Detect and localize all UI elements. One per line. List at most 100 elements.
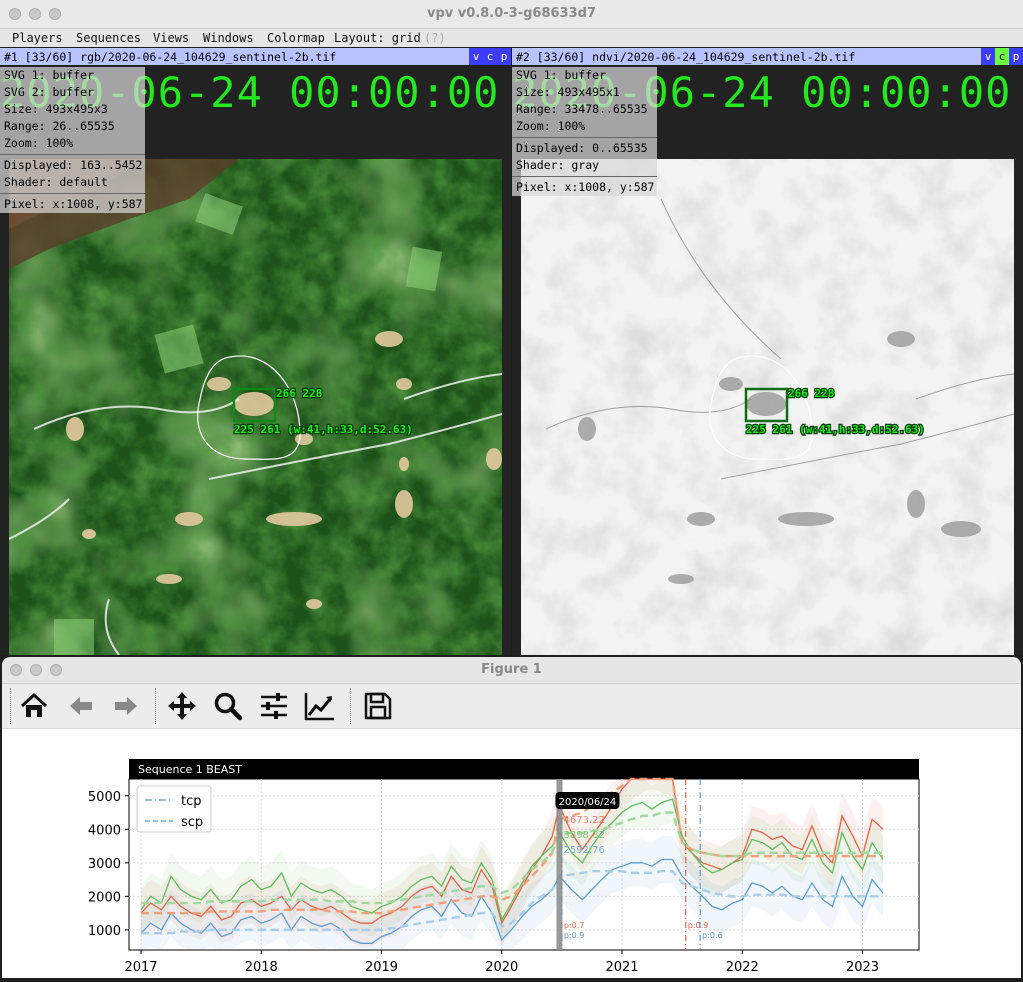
menu-windows[interactable]: Windows <box>203 31 254 45</box>
player2-roi-overlay: 266 228 225 261 (w:41,h:33,d:52.63) <box>709 355 926 460</box>
changepoint-label: p:0.9 <box>564 931 585 940</box>
home-icon <box>20 692 48 717</box>
figure-canvas: Sequence 1 BEAST p:0.7 p:0.9 p:0.9 p:0.6 10… <box>2 729 1021 978</box>
player2-info-panel: SVG 1: buffer Size: 493x495x1 Range: 334… <box>512 67 657 196</box>
pan-button[interactable] <box>166 690 198 722</box>
zoom-icon <box>214 692 243 721</box>
player1-info-panel: SVG 1: buffer SVG 2: buffer Size: 493x49… <box>0 67 145 213</box>
player2-title: #2 [33/60] ndvi/2020-06-24_104629_sentin… <box>516 50 856 64</box>
forward-arrow-icon <box>115 697 137 715</box>
player1-view[interactable]: 266 228 225 261 (w:41,h:33,d:52.63) 2020… <box>0 66 511 655</box>
chart-title: Sequence 1 BEAST <box>138 763 242 776</box>
player1-header[interactable]: #1 [33/60] rgb/2020-06-24_104629_sentine… <box>0 48 511 65</box>
menu-players[interactable]: Players <box>12 31 63 45</box>
home-button[interactable] <box>18 690 50 722</box>
player2-c-toggle[interactable]: c <box>995 48 1009 65</box>
info-divider <box>512 137 657 138</box>
back-arrow-icon <box>70 697 92 715</box>
player2-header[interactable]: #2 [33/60] ndvi/2020-06-24_104629_sentin… <box>512 48 1023 65</box>
menu-sequences[interactable]: Sequences <box>76 31 141 45</box>
roi-size-label: 225 261 (w:41,h:33,d:52.63) <box>746 423 925 436</box>
info-svg2: SVG 2: buffer <box>4 85 95 99</box>
info-divider <box>512 176 657 177</box>
toolbar-separator <box>350 688 351 724</box>
player1-p-toggle[interactable]: p <box>497 48 511 65</box>
menu-colormap[interactable]: Colormap <box>267 31 325 45</box>
roi-corner-label: 266 228 <box>276 387 322 400</box>
info-zoom: Zoom: 100% <box>4 136 74 150</box>
roi-size-label: 225 261 (w:41,h:33,d:52.63) <box>234 423 413 436</box>
subplots-icon <box>261 693 287 719</box>
toolbar-separator <box>10 688 11 724</box>
save-button[interactable] <box>362 690 394 722</box>
roi-contour <box>709 355 813 460</box>
x-tick-label: 2021 <box>605 960 638 975</box>
vpv-titlebar: vpv v0.8.0-3-g68633d7 <box>0 0 1023 29</box>
y-tick-label: 5000 <box>88 790 121 805</box>
subplots-button[interactable] <box>258 690 290 722</box>
beast-chart[interactable]: Sequence 1 BEAST p:0.7p:0.9p:0.9p:0.6 10… <box>2 729 1021 978</box>
info-zoom: Zoom: 100% <box>516 119 586 133</box>
info-range: Range: 26..65535 <box>4 119 115 133</box>
info-displayed: Displayed: 163..5452 <box>4 158 143 172</box>
info-divider <box>0 154 145 155</box>
back-button[interactable] <box>65 690 97 722</box>
figure-toolbar <box>2 684 1021 729</box>
changepoint-label: p:0.7 <box>564 921 585 930</box>
player2-p-toggle[interactable]: p <box>1009 48 1023 65</box>
x-tick-label: 2018 <box>245 960 278 975</box>
cursor-date-label: 2020/06/24 <box>559 797 617 808</box>
info-pixel: Pixel: x:1008, y:587 <box>516 180 655 194</box>
changepoint-label: p:0.6 <box>702 931 723 940</box>
axes-button[interactable] <box>304 690 336 722</box>
legend-label: tcp <box>181 794 202 809</box>
player1-roi-overlay: 266 228 225 261 (w:41,h:33,d:52.63) <box>197 355 414 460</box>
roi-corner-label: 266 228 <box>788 387 834 400</box>
x-tick-label: 2017 <box>124 960 157 975</box>
menu-bar: Players Sequences Views Windows Colormap… <box>0 29 1023 47</box>
pan-icon <box>168 692 196 720</box>
player1-title: #1 [33/60] rgb/2020-06-24_104629_sentine… <box>4 50 337 64</box>
x-tick-label: 2019 <box>365 960 398 975</box>
cursor-value-label: 2592.76 <box>563 845 604 856</box>
y-tick-label: 1000 <box>88 924 121 939</box>
menu-layout[interactable]: Layout: grid <box>334 31 421 45</box>
chart-title-bar <box>129 759 919 779</box>
player1-v-toggle[interactable]: v <box>469 48 483 65</box>
toolbar-separator <box>155 688 156 724</box>
x-tick-label: 2023 <box>846 960 879 975</box>
zoom-button[interactable] <box>212 690 244 722</box>
roi-rectangle[interactable] <box>232 387 277 423</box>
layout-help-hint[interactable]: (?) <box>424 31 446 45</box>
info-size: Size: 493x495x1 <box>516 85 620 99</box>
info-displayed: Displayed: 0..65535 <box>516 141 648 155</box>
menu-views[interactable]: Views <box>153 31 189 45</box>
changepoint-label: p:0.9 <box>688 921 709 930</box>
player2-v-toggle[interactable]: v <box>981 48 995 65</box>
player1-c-toggle[interactable]: c <box>483 48 497 65</box>
figure-title: Figure 1 <box>481 662 542 677</box>
info-pixel: Pixel: x:1008, y:587 <box>4 197 143 211</box>
x-tick-label: 2022 <box>726 960 759 975</box>
cursor-value-label: 4673.22 <box>563 815 604 826</box>
forward-button[interactable] <box>110 690 142 722</box>
window-title: vpv v0.8.0-3-g68633d7 <box>427 6 596 21</box>
roi-rectangle[interactable] <box>744 387 789 423</box>
cursor-value-label: 3898.82 <box>563 830 604 841</box>
legend: tcp scp <box>136 785 212 833</box>
player2-view[interactable]: 266 228 225 261 (w:41,h:33,d:52.63) 2020… <box>512 66 1023 655</box>
info-divider <box>0 193 145 194</box>
info-svg1: SVG 1: buffer <box>4 68 95 82</box>
save-icon <box>364 692 392 720</box>
y-tick-label: 3000 <box>88 857 121 872</box>
x-tick-label: 2020 <box>485 960 518 975</box>
legend-label: scp <box>181 815 203 830</box>
info-range: Range: 33478..65535 <box>516 102 648 116</box>
info-shader: Shader: gray <box>516 158 600 172</box>
axes-icon <box>304 693 334 721</box>
info-svg1: SVG 1: buffer <box>516 68 607 82</box>
y-tick-label: 4000 <box>88 823 121 838</box>
roi-contour <box>197 355 301 460</box>
info-shader: Shader: default <box>4 175 108 189</box>
figure-titlebar: Figure 1 <box>2 657 1021 684</box>
